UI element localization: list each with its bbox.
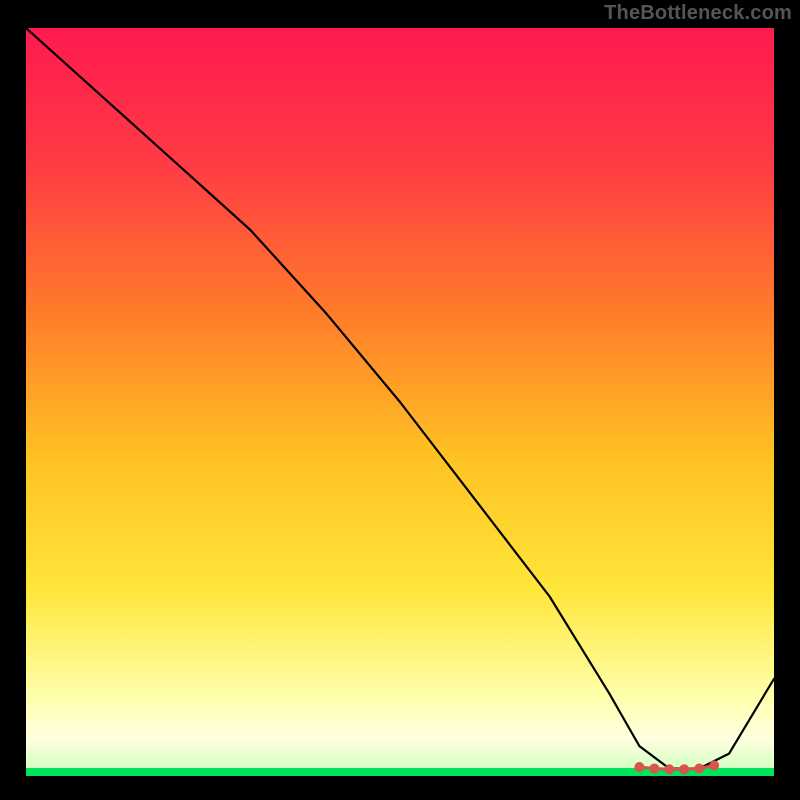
optimal-marker — [710, 761, 719, 770]
optimal-marker — [665, 765, 674, 774]
optimal-marker — [650, 764, 659, 773]
optimal-marker — [695, 764, 704, 773]
heat-gradient-rect — [26, 28, 774, 768]
plot-area — [26, 28, 774, 776]
optimal-marker — [635, 763, 644, 772]
attribution-label: TheBottleneck.com — [604, 2, 792, 25]
optimal-marker — [680, 765, 689, 774]
chart-frame: TheBottleneck.com — [0, 0, 800, 800]
chart-svg — [26, 28, 774, 776]
